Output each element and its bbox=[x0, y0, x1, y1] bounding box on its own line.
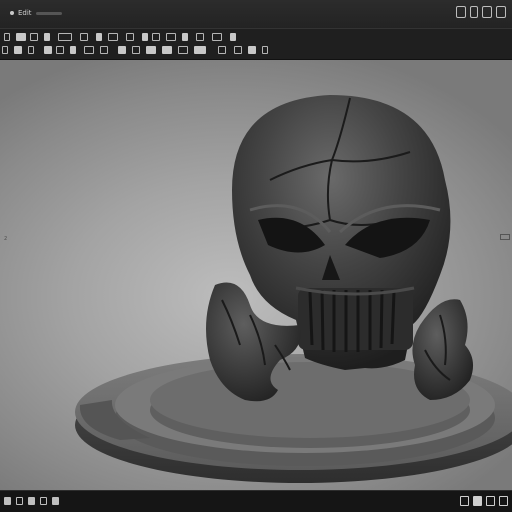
clay-tool-icon[interactable] bbox=[142, 33, 148, 41]
toolbar-row-1 bbox=[0, 33, 512, 45]
group-icon[interactable] bbox=[84, 46, 94, 54]
panel-icon[interactable] bbox=[482, 6, 492, 18]
pivot-tool-icon[interactable] bbox=[80, 33, 88, 41]
window-title: Edit bbox=[18, 8, 32, 17]
app-title: Edit bbox=[10, 8, 62, 18]
mask-tool-icon[interactable] bbox=[126, 33, 134, 41]
scene-render bbox=[75, 95, 512, 483]
view-icon[interactable] bbox=[499, 496, 508, 506]
export-icon[interactable] bbox=[248, 46, 256, 54]
title-bar: Edit bbox=[0, 0, 512, 28]
smooth-tool-icon[interactable] bbox=[108, 33, 118, 41]
play-icon[interactable] bbox=[4, 497, 11, 505]
grid-icon[interactable] bbox=[16, 497, 23, 505]
material-tool-icon[interactable] bbox=[230, 33, 236, 41]
copy-icon[interactable] bbox=[28, 46, 34, 54]
layout-icon[interactable] bbox=[460, 496, 469, 506]
brush-tool-icon[interactable] bbox=[96, 33, 102, 41]
select-tool-icon[interactable] bbox=[4, 33, 10, 41]
redo-icon[interactable] bbox=[14, 46, 22, 54]
move-tool-icon[interactable] bbox=[16, 33, 26, 41]
bake-icon[interactable] bbox=[234, 46, 242, 54]
snap-tool-icon[interactable] bbox=[58, 33, 72, 41]
decimate-icon[interactable] bbox=[194, 46, 206, 54]
tile-icon[interactable] bbox=[470, 6, 478, 18]
close-icon[interactable] bbox=[496, 6, 506, 18]
main-toolbar bbox=[0, 28, 512, 60]
status-bar bbox=[0, 490, 512, 512]
symmetry-tool-icon[interactable] bbox=[212, 33, 222, 41]
frame-icon[interactable] bbox=[28, 497, 35, 505]
toolbar-row-2 bbox=[0, 46, 512, 58]
viewport-marker: 2 bbox=[4, 236, 8, 242]
right-claw bbox=[412, 299, 474, 400]
camera-icon[interactable] bbox=[40, 497, 47, 505]
viewport-gizmo-icon[interactable] bbox=[500, 234, 510, 240]
3d-viewport[interactable]: 2 bbox=[0, 60, 512, 490]
settings-icon[interactable] bbox=[486, 496, 495, 506]
align-icon[interactable] bbox=[118, 46, 126, 54]
remesh-icon[interactable] bbox=[178, 46, 188, 54]
uv-icon[interactable] bbox=[218, 46, 226, 54]
status-left-icons bbox=[4, 497, 59, 505]
render-icon[interactable] bbox=[473, 496, 482, 506]
window-icon[interactable] bbox=[456, 6, 466, 18]
title-actions bbox=[456, 6, 506, 18]
distribute-icon[interactable] bbox=[132, 46, 140, 54]
pinch-tool-icon[interactable] bbox=[182, 33, 188, 41]
boolean-icon[interactable] bbox=[162, 46, 172, 54]
undo-icon[interactable] bbox=[2, 46, 8, 54]
delete-icon[interactable] bbox=[70, 46, 76, 54]
app-logo-icon bbox=[10, 11, 14, 15]
ungroup-icon[interactable] bbox=[100, 46, 108, 54]
window-subtitle bbox=[35, 11, 62, 15]
duplicate-icon[interactable] bbox=[56, 46, 64, 54]
import-icon[interactable] bbox=[262, 46, 268, 54]
status-right-icons bbox=[460, 496, 508, 506]
light-icon[interactable] bbox=[52, 497, 59, 505]
rotate-tool-icon[interactable] bbox=[30, 33, 38, 41]
flatten-tool-icon[interactable] bbox=[196, 33, 204, 41]
scale-tool-icon[interactable] bbox=[44, 33, 50, 41]
mirror-icon[interactable] bbox=[146, 46, 156, 54]
paste-icon[interactable] bbox=[44, 46, 52, 54]
crease-tool-icon[interactable] bbox=[152, 33, 160, 41]
inflate-tool-icon[interactable] bbox=[166, 33, 176, 41]
